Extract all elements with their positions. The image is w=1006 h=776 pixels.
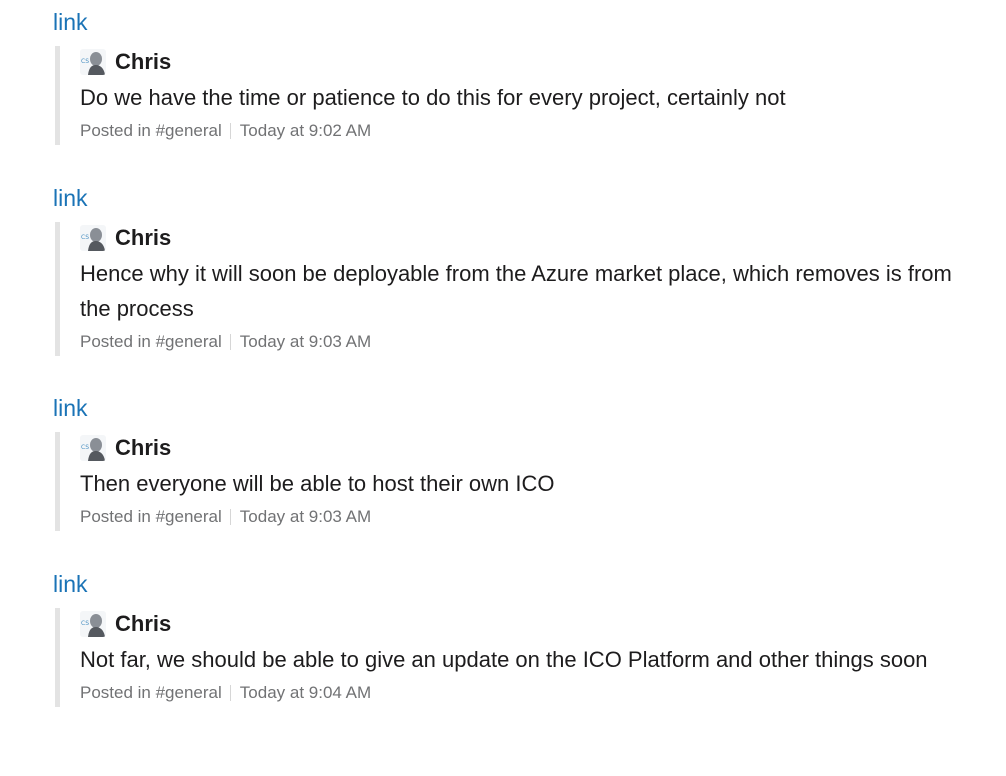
channel-label[interactable]: Posted in #general — [80, 328, 222, 356]
message-link[interactable]: link — [53, 8, 88, 36]
svg-text:CS: CS — [81, 234, 89, 241]
message-meta: Posted in #general Today at 9:03 AM — [80, 328, 985, 356]
meta-divider — [229, 509, 231, 525]
author-row: CS Chris — [80, 46, 985, 78]
avatar-icon[interactable]: CS — [80, 611, 106, 637]
message-text: Then everyone will be able to host their… — [80, 471, 555, 496]
avatar-icon[interactable]: CS — [80, 435, 106, 461]
author-name[interactable]: Chris — [115, 435, 171, 461]
avatar-icon[interactable]: CS — [80, 49, 106, 75]
author-name[interactable]: Chris — [115, 49, 171, 75]
message-link[interactable]: link — [53, 570, 88, 598]
timestamp[interactable]: Today at 9:03 AM — [240, 503, 371, 531]
message-text: Hence why it will soon be deployable fro… — [80, 261, 952, 321]
message-meta: Posted in #general Today at 9:02 AM — [80, 117, 985, 145]
author-row: CS Chris — [80, 222, 985, 254]
svg-text:CS: CS — [81, 620, 89, 627]
timestamp[interactable]: Today at 9:02 AM — [240, 117, 371, 145]
avatar-icon[interactable]: CS — [80, 225, 106, 251]
meta-divider — [229, 685, 231, 701]
author-name[interactable]: Chris — [115, 611, 171, 637]
timestamp[interactable]: Today at 9:04 AM — [240, 679, 371, 707]
message-feed: link CS Chris Do we have the time or pat… — [0, 0, 1006, 776]
svg-text:CS: CS — [81, 444, 89, 451]
message-meta: Posted in #general Today at 9:03 AM — [80, 503, 985, 531]
message-link[interactable]: link — [53, 184, 88, 212]
message-quote: CS Chris Then everyone will be able to h… — [55, 432, 985, 531]
channel-label[interactable]: Posted in #general — [80, 117, 222, 145]
author-row: CS Chris — [80, 608, 985, 640]
message-text: Do we have the time or patience to do th… — [80, 85, 786, 110]
author-row: CS Chris — [80, 432, 985, 464]
message-quote: CS Chris Not far, we should be able to g… — [55, 608, 985, 707]
meta-divider — [229, 334, 231, 350]
timestamp[interactable]: Today at 9:03 AM — [240, 328, 371, 356]
message-quote: CS Chris Do we have the time or patience… — [55, 46, 985, 145]
meta-divider — [229, 123, 231, 139]
message-quote: CS Chris Hence why it will soon be deplo… — [55, 222, 985, 356]
message-meta: Posted in #general Today at 9:04 AM — [80, 679, 985, 707]
message-link[interactable]: link — [53, 394, 88, 422]
svg-text:CS: CS — [81, 58, 89, 65]
message-text: Not far, we should be able to give an up… — [80, 647, 928, 672]
channel-label[interactable]: Posted in #general — [80, 679, 222, 707]
author-name[interactable]: Chris — [115, 225, 171, 251]
channel-label[interactable]: Posted in #general — [80, 503, 222, 531]
